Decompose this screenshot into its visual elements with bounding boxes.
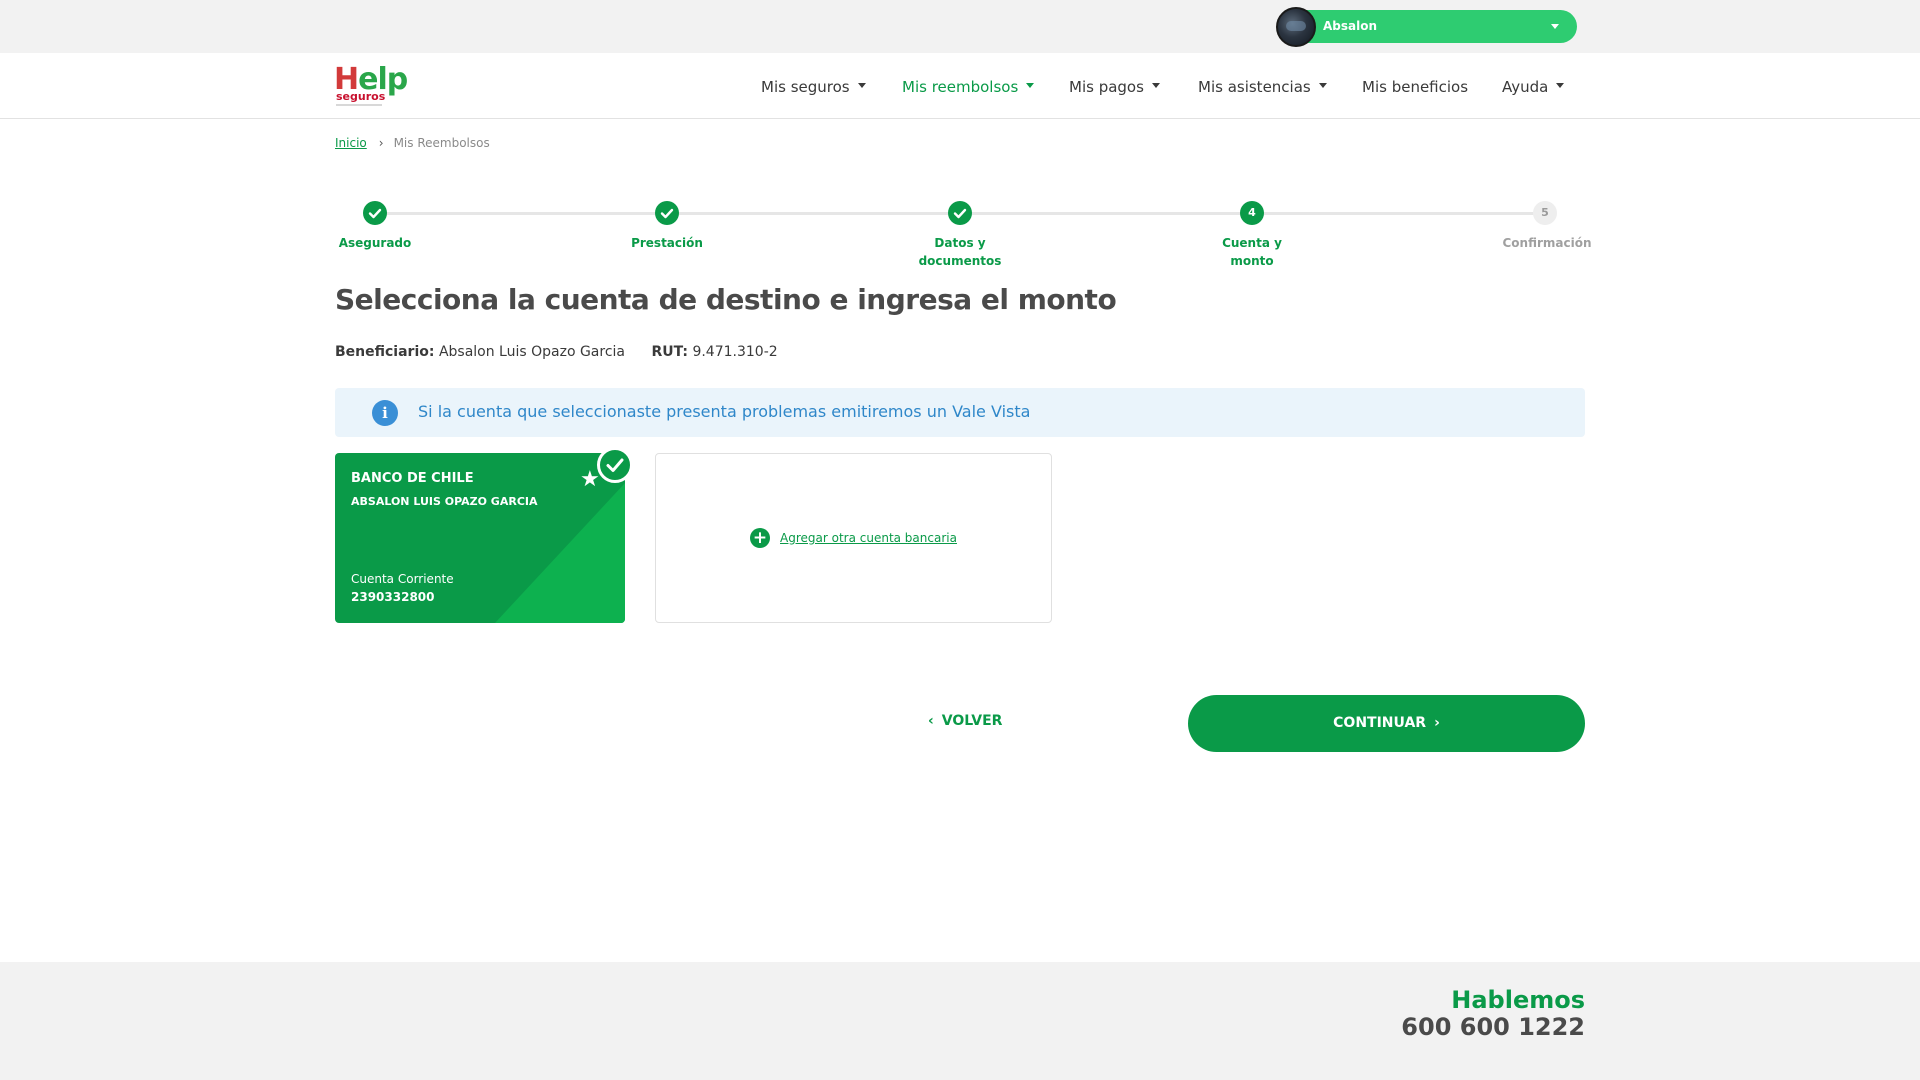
nav-item-label: Mis beneficios [1362,78,1469,96]
bank-name: BANCO DE CHILE [351,471,474,486]
info-alert-text: Si la cuenta que seleccionaste presenta … [418,402,1031,421]
nav-item-label: Mis asistencias [1198,78,1311,96]
selected-check-icon [597,447,633,483]
step-1-label: Asegurado [315,234,435,252]
beneficiary-info: Beneficiario: Absalon Luis Opazo Garcia … [335,344,778,360]
user-menu-button[interactable] [1277,10,1577,43]
nav-item-label: Mis seguros [761,78,850,96]
info-alert: i Si la cuenta que seleccionaste present… [335,388,1585,437]
step-2-check-icon [655,201,679,225]
step-5-pending: 5 [1533,201,1557,225]
favorite-star-icon[interactable]: ★ [580,469,600,491]
continue-button-label: CONTINUAR [1333,715,1427,731]
footer-title: Hablemos [1451,986,1585,1014]
step-1-check-icon [363,201,387,225]
nav-item-label: Mis reembolsos [902,78,1019,96]
back-button-label: VOLVER [941,713,1003,729]
nav-item-label: Mis pagos [1069,78,1144,96]
logo-sub-text: seguros [336,90,386,103]
rut-value: 9.471.310-2 [692,344,778,360]
account-number: 2390332800 [351,590,435,604]
breadcrumb-separator: › [378,136,384,150]
footer-phone[interactable]: 600 600 1222 [1401,1013,1585,1041]
chevron-down-icon [1318,83,1327,88]
step-label-line: Datos y [934,236,986,250]
nav-item-label: Ayuda [1502,78,1549,96]
chevron-down-icon[interactable] [1551,24,1559,29]
page-title: Selecciona la cuenta de destino e ingres… [335,283,1117,316]
beneficiary-label: Beneficiario: [335,344,435,360]
nav-item-mis-reembolsos[interactable]: Mis reembolsos [902,78,1035,96]
account-holder: ABSALON LUIS OPAZO GARCIA [351,495,538,508]
nav-item-mis-asistencias[interactable]: Mis asistencias [1198,78,1327,96]
logo-underline [336,104,382,106]
continue-button[interactable]: CONTINUAR › [1188,695,1585,752]
step-2-label: Prestación [607,234,727,252]
chevron-down-icon [1151,83,1160,88]
breadcrumb-home-link[interactable]: Inicio [335,136,367,150]
step-label-line: Cuenta y [1222,236,1282,250]
help-seguros-logo[interactable]: Help seguros [334,64,408,108]
add-bank-account-card[interactable]: + Agregar otra cuenta bancaria [655,453,1052,623]
step-5-label: Confirmación [1485,234,1609,252]
step-3-check-icon [948,201,972,225]
step-4-label: Cuenta y monto [1192,234,1312,270]
nav-item-mis-beneficios[interactable]: Mis beneficios [1362,78,1468,96]
top-user-bar [0,0,1920,53]
avatar[interactable] [1276,7,1316,47]
chevron-down-icon [857,83,866,88]
step-label-line: Confirmación [1502,236,1592,250]
step-label-line: Prestación [631,236,703,250]
step-label-line: documentos [918,254,1002,268]
back-button[interactable]: ‹ VOLVER [928,713,1002,729]
chevron-down-icon [1556,83,1565,88]
nav-item-mis-seguros[interactable]: Mis seguros [761,78,866,96]
chevron-down-icon [1026,83,1035,88]
user-name[interactable]: Absalon [1323,19,1377,33]
chevron-right-icon: › [1434,715,1440,731]
breadcrumb-current: Mis Reembolsos [393,136,490,150]
plus-circle-icon[interactable]: + [750,528,770,548]
step-3-label: Datos y documentos [900,234,1020,270]
nav-item-ayuda[interactable]: Ayuda [1502,78,1565,96]
chevron-left-icon: ‹ [928,713,934,729]
breadcrumb: Inicio › Mis Reembolsos [335,136,490,150]
add-bank-account-link[interactable]: Agregar otra cuenta bancaria [780,531,957,545]
footer [0,962,1920,1080]
step-4-current: 4 [1240,201,1264,225]
nav-item-mis-pagos[interactable]: Mis pagos [1069,78,1160,96]
beneficiary-name: Absalon Luis Opazo Garcia [438,344,626,360]
info-icon: i [372,400,398,426]
step-label-line: Asegurado [338,236,412,250]
step-label-line: monto [1230,254,1274,268]
account-type: Cuenta Corriente [351,572,454,586]
rut-label: RUT: [651,344,688,360]
